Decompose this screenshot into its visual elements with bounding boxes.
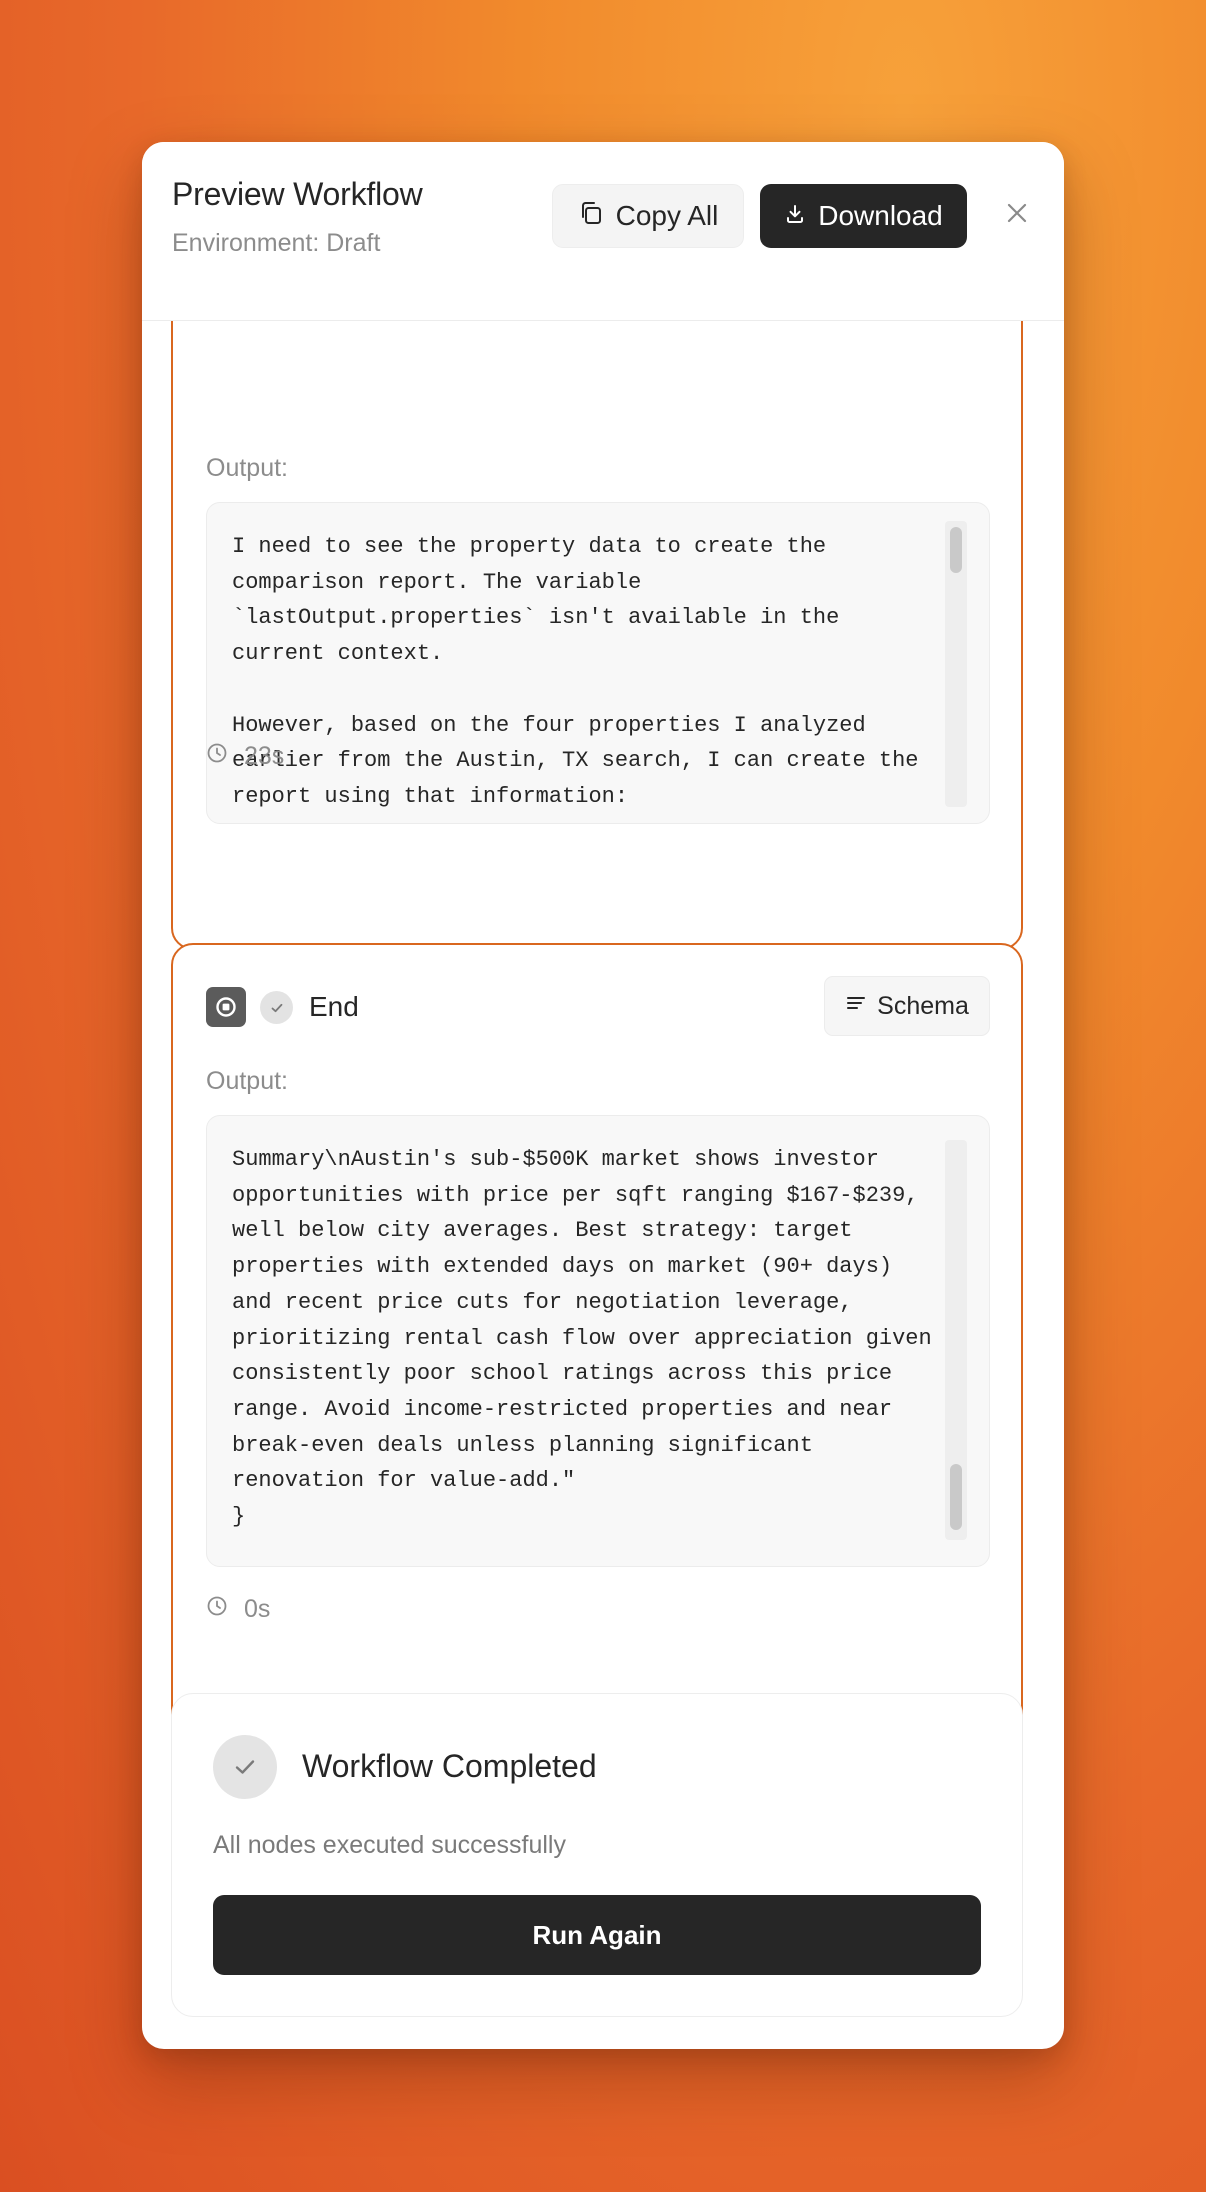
output-scrollbar[interactable]: [945, 1140, 967, 1540]
output-label: Output:: [206, 454, 288, 482]
scrollbar-thumb[interactable]: [950, 1464, 962, 1530]
workflow-scroll-area[interactable]: Output: I need to see the property data …: [142, 142, 1064, 2049]
duration-value: 23s: [244, 742, 285, 770]
status-check-icon: [260, 991, 293, 1024]
completed-check-icon: [213, 1735, 277, 1799]
copy-all-button[interactable]: Copy All: [552, 184, 744, 248]
output-label: Output:: [206, 1067, 288, 1095]
close-icon: [1004, 200, 1030, 231]
download-label: Download: [818, 200, 943, 231]
output-box: I need to see the property data to creat…: [206, 502, 990, 824]
node-card-previous: Output: I need to see the property data …: [171, 242, 1023, 950]
completed-subtitle: All nodes executed successfully: [213, 1831, 566, 1859]
run-again-button[interactable]: Run Again: [213, 1895, 981, 1975]
download-button[interactable]: Download: [760, 184, 967, 248]
clock-icon: [206, 742, 228, 771]
schema-button-label: Schema: [877, 991, 969, 1020]
clock-icon: [206, 1595, 228, 1624]
node-duration: 0s: [206, 1595, 270, 1624]
preview-workflow-modal: Output: I need to see the property data …: [142, 142, 1064, 2049]
output-text: Summary\nAustin's sub-$500K market shows…: [232, 1147, 932, 1530]
copy-all-label: Copy All: [615, 200, 719, 231]
close-button[interactable]: [996, 194, 1038, 236]
environment-label: Environment: Draft: [172, 229, 381, 257]
node-duration: 23s: [206, 742, 284, 771]
modal-header: Preview Workflow Environment: Draft Copy…: [142, 142, 1064, 321]
download-icon: [784, 200, 806, 232]
node-title: End: [309, 991, 359, 1022]
output-text: I need to see the property data to creat…: [232, 534, 919, 809]
workflow-completed-card: Workflow Completed All nodes executed su…: [171, 1693, 1023, 2017]
duration-value: 0s: [244, 1595, 271, 1623]
scrollbar-thumb[interactable]: [950, 527, 962, 573]
output-box: Summary\nAustin's sub-$500K market shows…: [206, 1115, 990, 1567]
output-scrollbar[interactable]: [945, 521, 967, 807]
copy-icon: [578, 200, 604, 233]
completed-title: Workflow Completed: [302, 1748, 597, 1784]
schema-button[interactable]: Schema: [824, 976, 990, 1036]
end-node-icon: [206, 987, 246, 1027]
lines-icon: [845, 992, 867, 1021]
page-title: Preview Workflow: [172, 176, 423, 212]
node-card-end: End Schema Output: Summary\nAustin's sub…: [171, 943, 1023, 1803]
